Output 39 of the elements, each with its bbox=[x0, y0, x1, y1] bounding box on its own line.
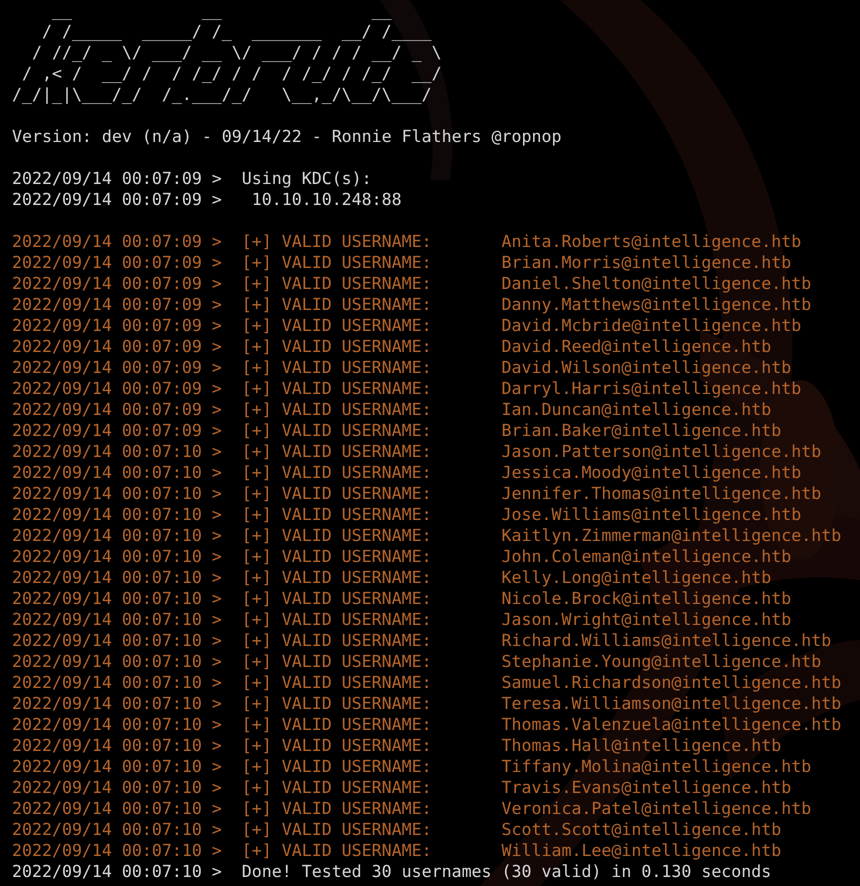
log-line: 2022/09/14 00:07:10 > [+] VALID USERNAME: Thomas.Hall@intelligence.htb bbox=[12, 735, 782, 756]
log-line: 2022/09/14 00:07:09 > [+] VALID USERNAME: Brian.Baker@intelligence.htb bbox=[12, 420, 782, 441]
log-line: 2022/09/14 00:07:09 > [+] VALID USERNAME: Daniel.Shelton@intelligence.htb bbox=[12, 273, 812, 294]
log-line: 2022/09/14 00:07:10 > Done! Tested 30 usernames (30 valid) in 0.130 seconds bbox=[12, 861, 772, 882]
log-line: 2022/09/14 00:07:10 > [+] VALID USERNAME: Tiffany.Molina@intelligence.htb bbox=[12, 756, 812, 777]
log-line: 2022/09/14 00:07:10 > [+] VALID USERNAME: Jessica.Moody@intelligence.htb bbox=[12, 462, 802, 483]
log-line: 2022/09/14 00:07:10 > [+] VALID USERNAME: Jennifer.Thomas@intelligence.htb bbox=[12, 483, 822, 504]
log-line: 2022/09/14 00:07:10 > [+] VALID USERNAME: Travis.Evans@intelligence.htb bbox=[12, 777, 792, 798]
log-line: 2022/09/14 00:07:09 > [+] VALID USERNAME: David.Reed@intelligence.htb bbox=[12, 336, 772, 357]
log-line: 2022/09/14 00:07:09 > [+] VALID USERNAME: David.Mcbride@intelligence.htb bbox=[12, 315, 802, 336]
log-line: 2022/09/14 00:07:09 > [+] VALID USERNAME: Ian.Duncan@intelligence.htb bbox=[12, 399, 772, 420]
log-line: 2022/09/14 00:07:09 > Using KDC(s): bbox=[12, 168, 372, 189]
log-line: 2022/09/14 00:07:10 > [+] VALID USERNAME: Kelly.Long@intelligence.htb bbox=[12, 567, 772, 588]
ascii-logo-line: / ,< / __/ / / /_/ / / / /_/ / /_/ __/ bbox=[20, 63, 442, 84]
log-line: 2022/09/14 00:07:09 > [+] VALID USERNAME: Danny.Matthews@intelligence.htb bbox=[12, 294, 812, 315]
ascii-logo-line: / /_____ _____/ /_ _______ __/ /____ bbox=[40, 21, 432, 42]
log-line: 2022/09/14 00:07:10 > [+] VALID USERNAME: Stephanie.Young@intelligence.htb bbox=[12, 651, 822, 672]
ascii-logo-line: / //_/ _ \/ ___/ __ \/ ___/ / / / __/ _ \ bbox=[30, 42, 442, 63]
log-line: 2022/09/14 00:07:10 > [+] VALID USERNAME: Jose.Williams@intelligence.htb bbox=[12, 504, 802, 525]
log-line: 2022/09/14 00:07:09 > [+] VALID USERNAME: Darryl.Harris@intelligence.htb bbox=[12, 378, 802, 399]
ascii-logo-line: __ __ __ bbox=[50, 0, 392, 21]
log-line: 2022/09/14 00:07:09 > [+] VALID USERNAME: Brian.Morris@intelligence.htb bbox=[12, 252, 792, 273]
log-line: 2022/09/14 00:07:10 > [+] VALID USERNAME: Nicole.Brock@intelligence.htb bbox=[12, 588, 792, 609]
log-line: 2022/09/14 00:07:10 > [+] VALID USERNAME: Richard.Williams@intelligence.htb bbox=[12, 630, 832, 651]
log-line: 2022/09/14 00:07:09 > 10.10.10.248:88 bbox=[12, 189, 402, 210]
log-line: 2022/09/14 00:07:09 > [+] VALID USERNAME: David.Wilson@intelligence.htb bbox=[12, 357, 792, 378]
log-line: 2022/09/14 00:07:09 > [+] VALID USERNAME: Anita.Roberts@intelligence.htb bbox=[12, 231, 802, 252]
log-line: 2022/09/14 00:07:10 > [+] VALID USERNAME: William.Lee@intelligence.htb bbox=[12, 840, 782, 861]
log-line: 2022/09/14 00:07:10 > [+] VALID USERNAME: Scott.Scott@intelligence.htb bbox=[12, 819, 782, 840]
version-line: Version: dev (n/a) - 09/14/22 - Ronnie Flathers @ropnop bbox=[12, 126, 562, 147]
log-line: 2022/09/14 00:07:10 > [+] VALID USERNAME: Samuel.Richardson@intelligence.htb bbox=[12, 672, 842, 693]
log-line: 2022/09/14 00:07:10 > [+] VALID USERNAME: Thomas.Valenzuela@intelligence.htb bbox=[12, 714, 842, 735]
ascii-logo-line: /_/|_|\___/_/ /_.___/_/ \__,_/\__/\___/ bbox=[12, 84, 432, 105]
log-line: 2022/09/14 00:07:10 > [+] VALID USERNAME: John.Coleman@intelligence.htb bbox=[12, 546, 792, 567]
log-line: 2022/09/14 00:07:10 > [+] VALID USERNAME: Veronica.Patel@intelligence.htb bbox=[12, 798, 812, 819]
log-line: 2022/09/14 00:07:10 > [+] VALID USERNAME: Kaitlyn.Zimmerman@intelligence.htb bbox=[12, 525, 842, 546]
log-line: 2022/09/14 00:07:10 > [+] VALID USERNAME: Jason.Wright@intelligence.htb bbox=[12, 609, 792, 630]
log-line: 2022/09/14 00:07:10 > [+] VALID USERNAME: Jason.Patterson@intelligence.htb bbox=[12, 441, 822, 462]
log-line: 2022/09/14 00:07:10 > [+] VALID USERNAME: Teresa.Williamson@intelligence.htb bbox=[12, 693, 842, 714]
